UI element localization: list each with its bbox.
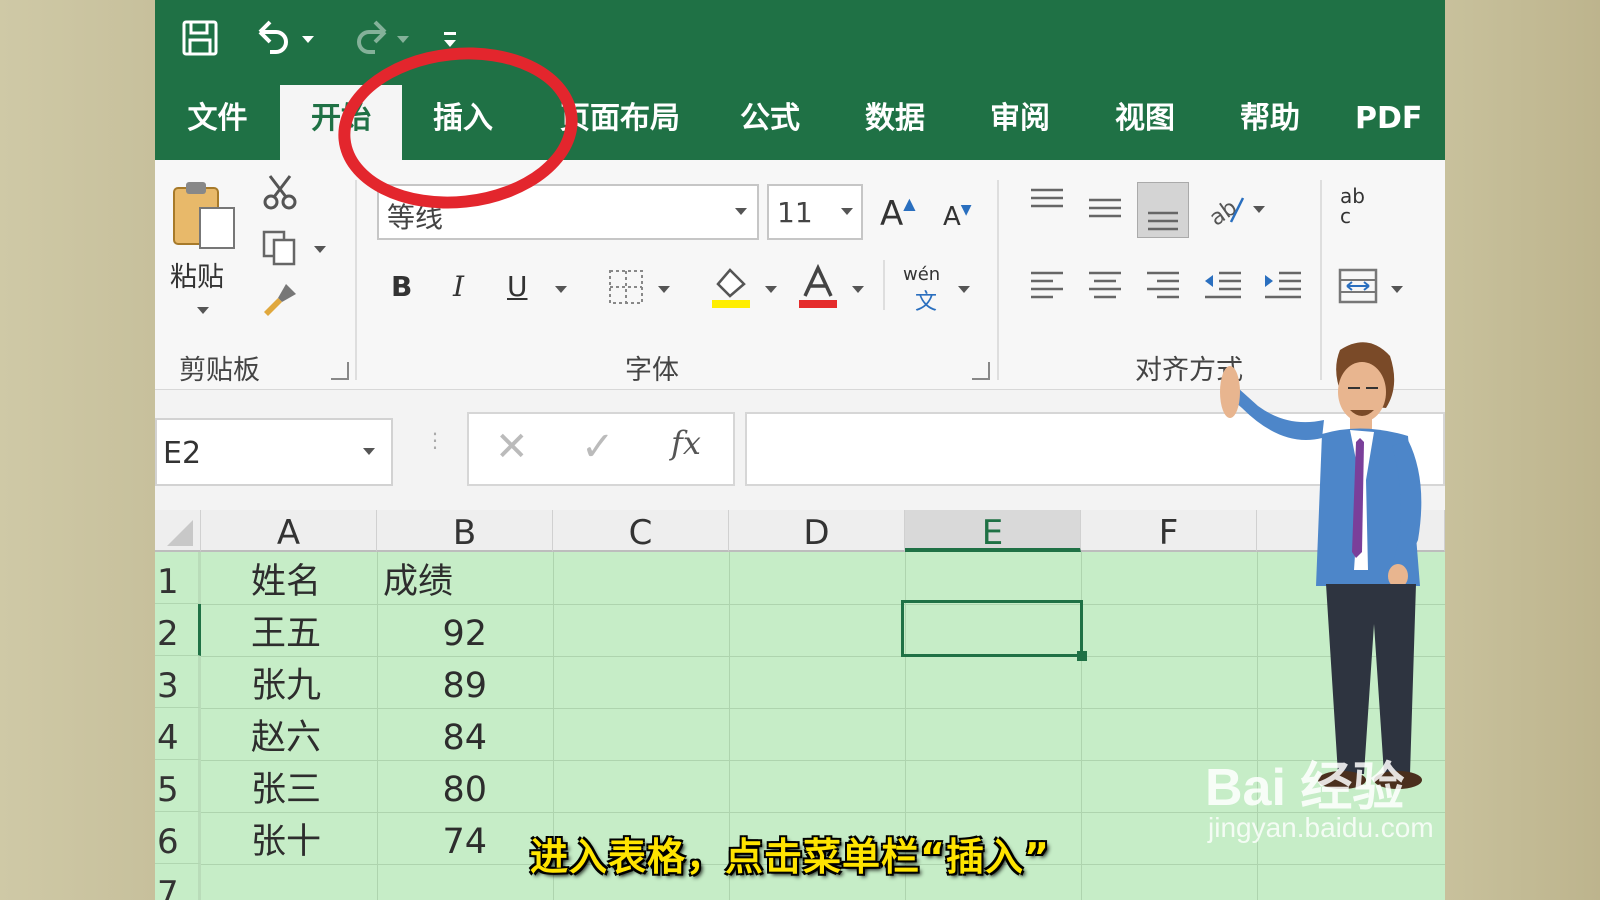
- background-left: [0, 0, 155, 900]
- ribbon-separator: [883, 260, 885, 310]
- fill-color-dropdown-icon[interactable]: [765, 286, 777, 293]
- row-header-5[interactable]: 5: [155, 760, 201, 812]
- font-size-value: 11: [777, 196, 813, 229]
- formula-bar-grip-icon[interactable]: ⋮: [425, 430, 445, 470]
- increase-indent-icon[interactable]: [1261, 268, 1305, 302]
- paste-dropdown-icon[interactable]: [197, 307, 209, 314]
- middle-align-icon[interactable]: [1085, 192, 1125, 222]
- merge-dropdown-icon[interactable]: [1391, 286, 1403, 293]
- tab-file[interactable]: 文件: [155, 85, 280, 160]
- paste-label[interactable]: 粘贴: [170, 255, 224, 294]
- cancel-icon[interactable]: ✕: [495, 424, 529, 470]
- cell-a1[interactable]: 姓名: [251, 552, 321, 604]
- merge-center-icon[interactable]: [1337, 266, 1379, 306]
- phonetic-label[interactable]: wén: [903, 264, 940, 285]
- column-header-d[interactable]: D: [729, 510, 905, 553]
- row-header-4[interactable]: 4: [155, 708, 201, 760]
- cell-b2[interactable]: 92: [383, 604, 487, 656]
- row-header-6[interactable]: 6: [155, 812, 201, 864]
- format-painter-icon[interactable]: [260, 280, 300, 320]
- cell-a3[interactable]: 张九: [251, 656, 321, 708]
- row-header-3[interactable]: 3: [155, 656, 201, 708]
- row-header-2[interactable]: 2: [155, 604, 201, 656]
- presenter-mascot: [1210, 330, 1440, 800]
- font-color-icon[interactable]: [797, 263, 839, 310]
- cell-b4[interactable]: 84: [383, 708, 487, 760]
- copy-dropdown-icon[interactable]: [314, 246, 326, 253]
- column-header-c[interactable]: C: [553, 510, 729, 553]
- cell-b3[interactable]: 89: [383, 656, 487, 708]
- ribbon-separator: [355, 180, 357, 380]
- font-name-dropdown-icon[interactable]: [735, 208, 747, 215]
- align-right-icon[interactable]: [1143, 268, 1183, 302]
- decrease-indent-icon[interactable]: [1201, 268, 1245, 302]
- selected-cell-e2[interactable]: [901, 600, 1087, 661]
- ribbon-separator: [997, 180, 999, 380]
- name-box[interactable]: E2: [155, 418, 393, 486]
- formula-buttons: ✕ ✓ fx: [467, 412, 735, 486]
- cell-a6[interactable]: 张十: [251, 812, 321, 864]
- increase-font-size-icon[interactable]: A▲: [880, 194, 916, 234]
- cell-a5[interactable]: 张三: [251, 760, 321, 812]
- fill-color-icon[interactable]: [710, 264, 752, 310]
- tab-help[interactable]: 帮助: [1215, 85, 1325, 160]
- align-center-icon[interactable]: [1085, 268, 1125, 302]
- borders-icon[interactable]: [607, 268, 645, 306]
- subtitle-caption: 进入表格，点击菜单栏“插入”: [530, 835, 1050, 879]
- watermark-url: jingyan.baidu.com: [1208, 812, 1434, 843]
- tab-review[interactable]: 审阅: [965, 85, 1075, 160]
- clipboard-launcher-icon[interactable]: [331, 362, 349, 380]
- borders-dropdown-icon[interactable]: [658, 286, 670, 293]
- cell-b5[interactable]: 80: [383, 760, 487, 812]
- enter-icon[interactable]: ✓: [581, 424, 615, 470]
- font-color-dropdown-icon[interactable]: [852, 286, 864, 293]
- paste-icon[interactable]: [170, 178, 240, 253]
- copy-icon[interactable]: [260, 228, 300, 268]
- bold-button[interactable]: B: [391, 270, 412, 303]
- column-header-e[interactable]: E: [905, 510, 1081, 553]
- cell-a4[interactable]: 赵六: [251, 708, 321, 760]
- bottom-align-icon[interactable]: [1137, 182, 1189, 238]
- phonetic-icon[interactable]: 文: [915, 284, 937, 316]
- wrap-text-icon[interactable]: ab c: [1340, 186, 1380, 226]
- insert-function-icon[interactable]: fx: [671, 424, 701, 462]
- watermark-logo: Bai 经验: [1205, 759, 1405, 817]
- cell-b6[interactable]: 74: [383, 812, 487, 864]
- row-header-7[interactable]: 7: [155, 864, 201, 900]
- orientation-icon[interactable]: ab: [1205, 188, 1247, 231]
- undo-icon[interactable]: [250, 18, 320, 58]
- clipboard-group-label: 剪贴板: [179, 355, 260, 386]
- tab-pdf[interactable]: PDF: [1345, 85, 1445, 160]
- font-group-label: 字体: [625, 355, 679, 386]
- italic-button[interactable]: I: [453, 270, 464, 303]
- tab-data[interactable]: 数据: [840, 85, 950, 160]
- decrease-font-size-icon[interactable]: A▼: [943, 202, 972, 232]
- row-header-1[interactable]: 1: [155, 552, 201, 604]
- tab-formulas[interactable]: 公式: [715, 85, 825, 160]
- font-size-dropdown-icon[interactable]: [841, 208, 853, 215]
- tab-view[interactable]: 视图: [1090, 85, 1200, 160]
- background-right: [1445, 0, 1600, 900]
- select-all-corner[interactable]: [155, 510, 201, 552]
- font-size-combo[interactable]: 11: [767, 184, 863, 240]
- column-header-b[interactable]: B: [377, 510, 553, 553]
- underline-button[interactable]: U: [507, 270, 528, 303]
- cell-a2[interactable]: 王五: [251, 604, 321, 656]
- underline-dropdown-icon[interactable]: [555, 286, 567, 293]
- align-left-icon[interactable]: [1027, 268, 1067, 302]
- name-box-value: E2: [163, 436, 202, 471]
- title-bar: [155, 0, 1445, 85]
- phonetic-dropdown-icon[interactable]: [958, 286, 970, 293]
- save-icon[interactable]: [180, 18, 220, 58]
- cut-icon[interactable]: [260, 172, 300, 212]
- cell-b1[interactable]: 成绩: [383, 552, 453, 604]
- column-header-a[interactable]: A: [201, 510, 377, 553]
- name-box-dropdown-icon[interactable]: [363, 448, 375, 455]
- orientation-dropdown-icon[interactable]: [1253, 206, 1265, 213]
- font-launcher-icon[interactable]: [972, 362, 990, 380]
- top-align-icon[interactable]: [1027, 186, 1067, 216]
- redo-icon[interactable]: [345, 18, 415, 58]
